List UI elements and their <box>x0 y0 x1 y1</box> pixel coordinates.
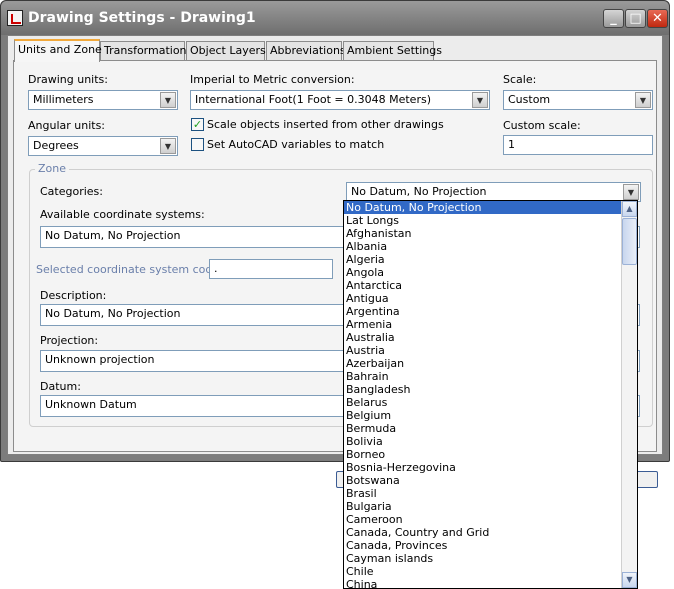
maximize-button[interactable]: □ <box>625 9 646 28</box>
available-systems-label: Available coordinate systems: <box>40 208 205 221</box>
dropdown-item[interactable]: Cayman islands <box>344 552 621 565</box>
dropdown-item[interactable]: Azerbaijan <box>344 357 621 370</box>
scroll-up-icon[interactable]: ▲ <box>622 201 637 217</box>
dropdown-item[interactable]: Bolivia <box>344 435 621 448</box>
custom-scale-input[interactable]: 1 <box>503 135 653 155</box>
dropdown-item[interactable]: Bosnia-Herzegovina <box>344 461 621 474</box>
dropdown-item[interactable]: Belarus <box>344 396 621 409</box>
dropdown-item[interactable]: Brasil <box>344 487 621 500</box>
categories-label: Categories: <box>40 185 103 198</box>
set-autocad-label: Set AutoCAD variables to match <box>207 138 385 151</box>
tab-transformation[interactable]: Transformation <box>100 41 187 61</box>
description-label: Description: <box>40 289 107 302</box>
scale-select[interactable]: Custom ▼ <box>503 90 653 110</box>
selected-code-label: Selected coordinate system code: <box>36 263 223 276</box>
categories-dropdown-list[interactable]: No Datum, No Projection Lat Longs Afghanis… <box>343 200 638 589</box>
zone-group-title: Zone <box>35 162 70 175</box>
dropdown-item[interactable]: Afghanistan <box>344 227 621 240</box>
tab-units-and-zone[interactable]: Units and Zone <box>14 39 102 62</box>
scale-objects-label: Scale objects inserted from other drawin… <box>207 118 444 131</box>
drawing-units-value: Millimeters <box>33 93 94 106</box>
close-button[interactable]: ✕ <box>647 9 668 28</box>
dropdown-item[interactable]: Albania <box>344 240 621 253</box>
scale-objects-checkbox[interactable]: ✓ <box>191 118 204 131</box>
dropdown-item[interactable]: Cameroon <box>344 513 621 526</box>
drawing-units-select[interactable]: Millimeters ▼ <box>28 90 178 110</box>
chevron-down-icon[interactable]: ▼ <box>623 184 639 200</box>
tab-abbreviations[interactable]: Abbreviations <box>266 41 346 61</box>
categories-select[interactable]: No Datum, No Projection ▼ <box>346 182 641 202</box>
dropdown-item[interactable]: Lat Longs <box>344 214 621 227</box>
dropdown-item[interactable]: Bahrain <box>344 370 621 383</box>
conversion-label: Imperial to Metric conversion: <box>190 73 355 86</box>
set-autocad-checkbox[interactable] <box>191 138 204 151</box>
dropdown-item[interactable]: No Datum, No Projection <box>344 201 621 214</box>
minimize-button[interactable]: _ <box>603 9 624 28</box>
categories-value: No Datum, No Projection <box>351 185 487 198</box>
dropdown-item[interactable]: Antarctica <box>344 279 621 292</box>
dropdown-item[interactable]: China <box>344 578 621 588</box>
chevron-down-icon[interactable]: ▼ <box>160 92 176 108</box>
angular-units-value: Degrees <box>33 139 79 152</box>
dropdown-items: No Datum, No Projection Lat Longs Afghanis… <box>344 201 621 588</box>
dropdown-item[interactable]: Argentina <box>344 305 621 318</box>
dropdown-item[interactable]: Australia <box>344 331 621 344</box>
dropdown-item[interactable]: Bulgaria <box>344 500 621 513</box>
title-bar[interactable]: Drawing Settings - Drawing1 _ □ ✕ <box>1 1 669 35</box>
dropdown-item[interactable]: Algeria <box>344 253 621 266</box>
conversion-select[interactable]: International Foot(1 Foot = 0.3048 Meter… <box>190 90 490 110</box>
autocad-app-icon <box>7 10 23 26</box>
dropdown-item[interactable]: Austria <box>344 344 621 357</box>
dropdown-item[interactable]: Borneo <box>344 448 621 461</box>
window-title: Drawing Settings - Drawing1 <box>28 10 256 26</box>
custom-scale-label: Custom scale: <box>503 119 581 132</box>
conversion-value: International Foot(1 Foot = 0.3048 Meter… <box>195 93 431 106</box>
chevron-down-icon[interactable]: ▼ <box>160 138 176 154</box>
angular-units-select[interactable]: Degrees ▼ <box>28 136 178 156</box>
dropdown-item[interactable]: Canada, Provinces <box>344 539 621 552</box>
dropdown-item[interactable]: Angola <box>344 266 621 279</box>
dropdown-item[interactable]: Belgium <box>344 409 621 422</box>
scale-value: Custom <box>508 93 551 106</box>
scale-label: Scale: <box>503 73 537 86</box>
angular-units-label: Angular units: <box>28 119 106 132</box>
dropdown-item[interactable]: Antigua <box>344 292 621 305</box>
tab-object-layers[interactable]: Object Layers <box>186 41 266 61</box>
chevron-down-icon[interactable]: ▼ <box>635 92 651 108</box>
dropdown-item[interactable]: Canada, Country and Grid <box>344 526 621 539</box>
dropdown-scrollbar[interactable]: ▲ ▼ <box>621 201 637 588</box>
datum-label: Datum: <box>40 380 81 393</box>
projection-label: Projection: <box>40 334 99 347</box>
chevron-down-icon[interactable]: ▼ <box>472 92 488 108</box>
selected-code-input[interactable]: . <box>209 259 333 279</box>
dropdown-item[interactable]: Botswana <box>344 474 621 487</box>
drawing-units-label: Drawing units: <box>28 73 108 86</box>
dropdown-item[interactable]: Bangladesh <box>344 383 621 396</box>
dropdown-item[interactable]: Armenia <box>344 318 621 331</box>
scrollbar-thumb[interactable] <box>622 218 637 265</box>
tab-ambient-settings[interactable]: Ambient Settings <box>343 41 442 61</box>
scroll-down-icon[interactable]: ▼ <box>622 572 637 588</box>
dropdown-item[interactable]: Bermuda <box>344 422 621 435</box>
dropdown-item[interactable]: Chile <box>344 565 621 578</box>
